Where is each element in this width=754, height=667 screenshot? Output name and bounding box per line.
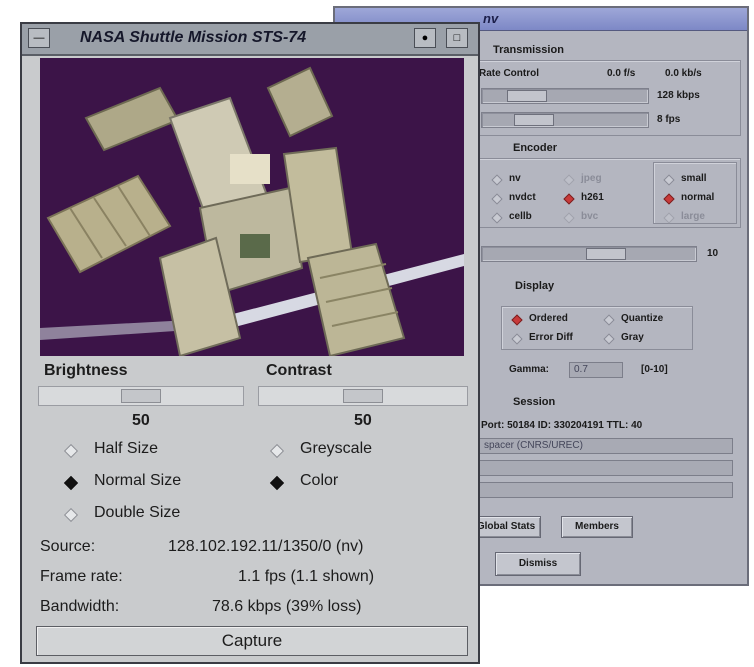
contrast-label: Contrast [266,362,332,379]
dismiss-button[interactable]: Dismiss [495,552,581,576]
double-size-label: Double Size [94,504,181,521]
bandwidth-slider-thumb[interactable] [507,90,547,102]
encoder-nv-label: nv [509,173,521,184]
capture-button[interactable]: Capture [36,626,468,656]
color-label: Color [300,472,339,489]
session-field-3[interactable] [479,482,733,498]
transmission-header: Transmission [493,44,564,56]
brightness-value: 50 [132,412,150,429]
gamma-range: [0-10] [641,364,668,375]
gamma-input[interactable]: 0.7 [569,362,623,378]
normal-size-radio[interactable] [63,475,79,491]
back-window-title: nv [483,11,499,26]
size-small-label: small [681,173,707,184]
encoder-jpeg-label: jpeg [581,173,602,184]
normal-size-label: Normal Size [94,472,182,489]
source-label: Source: [40,538,96,555]
minus-icon: — [33,32,45,44]
dither-quantize-label: Quantize [621,313,664,324]
contrast-value: 50 [354,412,372,429]
half-size-label: Half Size [94,440,159,457]
half-size-radio[interactable] [63,443,79,459]
members-button[interactable]: Members [561,516,633,538]
square-icon: □ [453,32,461,44]
rate-kbps-readout: 0.0 kb/s [665,68,702,79]
rate-fps-readout: 0.0 f/s [607,68,636,79]
video-frame[interactable] [40,58,464,356]
window-menu-button[interactable]: — [28,28,50,48]
dither-ordered-label: Ordered [529,313,568,324]
bandwidth-label: Bandwidth: [40,598,120,615]
gamma-label: Gamma: [509,364,550,375]
color-radio[interactable] [269,475,285,491]
size-large-label: large [681,211,705,222]
brightness-label: Brightness [44,362,128,379]
video-window-titlebar[interactable]: — NASA Shuttle Mission STS-74 ● □ [22,24,478,56]
source-value: 128.102.192.11/1350/0 (nv) [168,538,364,555]
double-size-radio[interactable] [63,507,79,523]
greyscale-label: Greyscale [300,440,373,457]
framerate-slider[interactable] [481,112,649,128]
framerate-value: 1.1 fps (1.1 shown) [238,568,375,585]
space-station-image [40,58,464,356]
encoder-nvdct-label: nvdct [509,192,536,203]
bandwidth-value: 128 kbps [657,90,700,101]
dither-errordiff-label: Error Diff [529,332,573,343]
bandwidth-value: 78.6 kbps (39% loss) [212,598,362,615]
quality-slider-thumb[interactable] [586,248,626,260]
session-header: Session [513,396,556,408]
video-window: — NASA Shuttle Mission STS-74 ● □ Bright… [20,22,480,664]
encoder-header: Encoder [513,142,558,154]
contrast-slider-thumb[interactable] [343,389,383,403]
encoder-h261-label: h261 [581,192,604,203]
bandwidth-slider[interactable] [481,88,649,104]
session-info: Port: 50184 ID: 330204191 TTL: 40 [481,420,643,431]
rate-control-label: Rate Control [479,68,539,79]
dither-gray-label: Gray [621,332,644,343]
session-field-2[interactable] [479,460,733,476]
greyscale-radio[interactable] [269,443,285,459]
framerate-value: 8 fps [657,114,681,125]
quality-slider[interactable] [481,246,697,262]
quality-value: 10 [707,248,719,259]
brightness-slider[interactable] [38,386,244,406]
brightness-slider-thumb[interactable] [121,389,161,403]
encoder-cellb-label: cellb [509,211,532,222]
session-address-field[interactable]: spacer (CNRS/UREC) [479,438,733,454]
framerate-slider-thumb[interactable] [514,114,554,126]
minimize-button[interactable]: ● [414,28,436,48]
framerate-label: Frame rate: [40,568,123,585]
size-normal-label: normal [681,192,715,203]
global-stats-button[interactable]: Global Stats [471,516,541,538]
display-header: Display [515,280,555,292]
dot-icon: ● [421,32,429,44]
video-window-title: NASA Shuttle Mission STS-74 [80,29,307,46]
contrast-slider[interactable] [258,386,468,406]
maximize-button[interactable]: □ [446,28,468,48]
encoder-bvc-label: bvc [581,211,599,222]
